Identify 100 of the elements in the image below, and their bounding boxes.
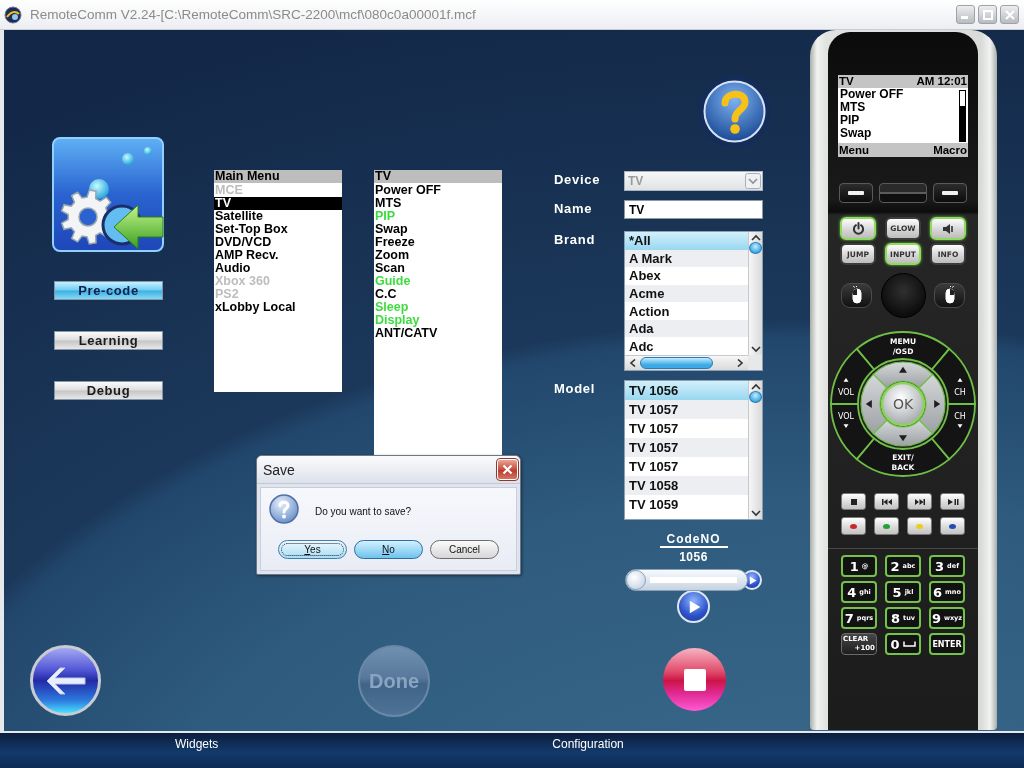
chevron-up-icon[interactable]: [750, 234, 761, 242]
arrow-key[interactable]: [918, 373, 946, 435]
left-triangle-icon: [865, 400, 872, 408]
side-key[interactable]: CH: [931, 403, 976, 461]
bottom-tab[interactable]: Configuration: [552, 736, 624, 752]
menu-item[interactable]: Satellite: [214, 210, 342, 223]
transport-key[interactable]: [907, 493, 932, 510]
chevron-left-icon[interactable]: [628, 359, 638, 367]
screen-title: TV: [839, 75, 854, 88]
list-item[interactable]: TV 1056: [625, 381, 748, 400]
color-key[interactable]: [841, 517, 866, 535]
list-header: Main Menu: [214, 170, 342, 183]
left-arrow-icon: [44, 664, 87, 697]
play-icon: [747, 575, 757, 585]
function-item[interactable]: Freeze: [374, 236, 502, 249]
menu-item[interactable]: Set-Top Box: [214, 223, 342, 236]
right-triangle-icon: [934, 400, 941, 408]
field-label: Model: [554, 380, 597, 398]
chevron-down-icon[interactable]: [750, 509, 761, 517]
chevron-right-icon[interactable]: [735, 359, 745, 367]
down-triangle-icon: [899, 435, 907, 442]
menu-item[interactable]: TV: [214, 197, 342, 210]
color-key[interactable]: [907, 517, 932, 535]
dash-icon: [942, 191, 958, 195]
chevron-up-icon[interactable]: [750, 383, 761, 391]
function-item[interactable]: ANT/CATV: [374, 327, 502, 340]
screen-item: PIP: [839, 114, 861, 127]
list-item[interactable]: TV 1058: [625, 476, 748, 495]
field-label: Brand: [554, 231, 597, 249]
screen-item: Swap: [839, 127, 873, 140]
up-triangle-icon: [843, 378, 849, 382]
function-item[interactable]: C.C: [374, 288, 502, 301]
list-header: TV: [374, 170, 502, 183]
up-triangle-icon: [957, 378, 963, 382]
bottom-tab[interactable]: Widgets: [175, 736, 219, 752]
scrollbar-thumb[interactable]: [640, 357, 713, 369]
arrow-key[interactable]: [872, 419, 934, 447]
dialog-message: Do you want to save?: [315, 506, 412, 517]
mute-key[interactable]: [930, 217, 966, 240]
soft-key[interactable]: [839, 183, 873, 203]
ok-key[interactable]: OK: [880, 381, 926, 427]
mode-button[interactable]: Pre-code: [54, 281, 163, 300]
color-key[interactable]: [940, 517, 965, 535]
mode-button[interactable]: Debug: [54, 381, 163, 400]
slider-thumb[interactable]: [626, 570, 646, 590]
play-button[interactable]: [677, 590, 710, 623]
maximize-icon: [982, 9, 993, 20]
dialog-button[interactable]: Cancel: [430, 540, 499, 559]
question-icon: [269, 494, 299, 524]
menu-item[interactable]: xLobby Local: [214, 301, 342, 314]
transport-key[interactable]: [940, 493, 965, 510]
scrollbar[interactable]: [625, 355, 748, 370]
function-item[interactable]: Zoom: [374, 249, 502, 262]
function-item[interactable]: Swap: [374, 223, 502, 236]
scrollbar-thumb[interactable]: [749, 391, 762, 403]
chevron-down-icon: [745, 173, 761, 189]
dialog-title: Save: [263, 461, 295, 478]
name-field[interactable]: TV: [624, 200, 763, 219]
transport-key[interactable]: [841, 493, 866, 510]
dialog-button[interactable]: No: [354, 540, 423, 559]
softkey-label: Macro: [933, 143, 967, 157]
list-item[interactable]: TV 1057: [625, 438, 748, 457]
transport-key[interactable]: [874, 493, 899, 510]
function-item[interactable]: MTS: [374, 197, 502, 210]
rocker-key[interactable]: [879, 183, 927, 203]
down-triangle-icon: [957, 424, 963, 428]
function-item[interactable]: Scan: [374, 262, 502, 275]
menu-item[interactable]: DVD/VCD: [214, 236, 342, 249]
menu-item[interactable]: Audio: [214, 262, 342, 275]
scrollbar[interactable]: [748, 232, 762, 355]
menu-item[interactable]: AMP Recv.: [214, 249, 342, 262]
dash-icon: [848, 191, 864, 195]
code-label: CodeNO: [659, 532, 728, 548]
chevron-down-icon[interactable]: [750, 345, 761, 353]
side-key[interactable]: VOL: [830, 403, 875, 461]
softkey-label: Menu: [839, 143, 870, 157]
list-item[interactable]: *All: [625, 232, 748, 250]
mode-button[interactable]: Learning: [54, 331, 163, 350]
soft-key[interactable]: [933, 183, 967, 203]
arrow-key[interactable]: [860, 373, 888, 435]
mouse-key[interactable]: [934, 282, 965, 308]
side-key[interactable]: CH: [931, 347, 976, 405]
arrow-key[interactable]: [872, 361, 934, 389]
window-title: RemoteComm V2.24-[C:\RemoteComm\SRC-2200\mcf\080c0a00001f.mcf: [30, 7, 477, 22]
help-icon[interactable]: [698, 75, 771, 148]
enter-key[interactable]: ENTER: [929, 633, 965, 655]
side-key[interactable]: VOL: [830, 347, 875, 405]
function-item[interactable]: Power OFF: [374, 184, 502, 197]
number-key[interactable]: 0: [885, 633, 921, 655]
close-icon: [502, 464, 513, 475]
scrollbar-thumb: [960, 91, 965, 106]
scrollbar-thumb[interactable]: [749, 242, 762, 254]
down-triangle-icon: [843, 424, 849, 428]
list-item[interactable]: TV 1057: [625, 400, 748, 419]
dialog-button[interactable]: Yes: [278, 540, 347, 559]
scrollbar[interactable]: [748, 381, 762, 519]
mouse-key[interactable]: [841, 282, 872, 308]
color-key[interactable]: [874, 517, 899, 535]
stop-icon: [683, 668, 706, 691]
power-key[interactable]: [840, 217, 876, 240]
